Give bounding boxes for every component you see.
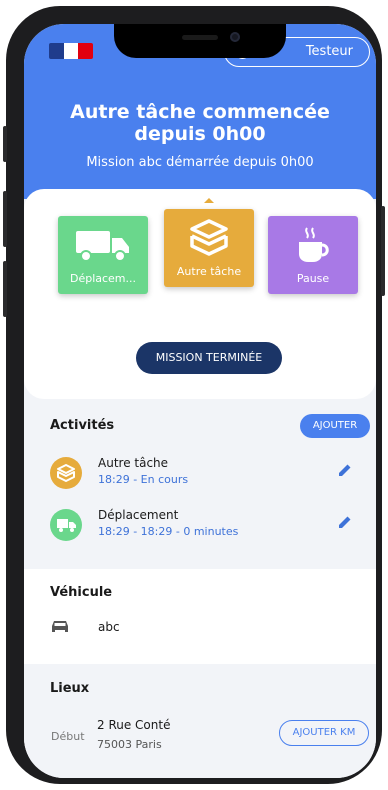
end-mission-button[interactable]: MISSION TERMINÉE [136,342,282,374]
activity-name: Déplacement [98,508,179,522]
box-icon [190,219,228,256]
activity-tile-label: Pause [296,272,330,285]
speaker [182,35,218,40]
republique-francaise-logo [49,43,93,59]
phone-volume-down [3,261,7,317]
activities-title: Activités [50,418,115,433]
front-camera [230,32,240,42]
edit-icon[interactable] [337,462,353,478]
edit-icon[interactable] [337,514,353,530]
coffee-icon [299,227,329,262]
mission-duration-subtitle: Mission abc démarrée depuis 0h00 [86,155,314,170]
address-street: 2 Rue Conté [97,718,171,732]
address-city: 75003 Paris [97,738,162,751]
phone-power-button [381,206,385,296]
current-activity-title: Autre tâche commencée depuis 0h00 [70,101,330,145]
activity-tile-deplacement[interactable]: Déplacem... [58,216,148,294]
phone-frame: Testeur Autre tâche commencée depuis 0h0… [3,6,385,784]
places-title: Lieux [50,681,90,696]
add-activity-button[interactable]: AJOUTER [300,414,370,438]
activity-tile-autre-tache[interactable]: Autre tâche [164,209,254,287]
phone-screen: Testeur Autre tâche commencée depuis 0h0… [24,24,376,778]
selected-indicator [204,198,214,203]
activity-name: Autre tâche [98,456,169,470]
activity-tile-pause[interactable]: Pause [268,216,358,294]
vehicle-title: Véhicule [50,585,113,600]
truck-icon [50,509,82,541]
activity-time: 18:29 - 18:29 - 0 minutes [98,525,239,538]
phone-side-button [3,126,7,162]
add-km-button[interactable]: AJOUTER KM [279,720,369,746]
phone-notch [114,24,286,58]
vehicle-name: abc [98,620,120,634]
user-button-label: Testeur [305,44,353,59]
start-label: Début [51,730,85,743]
car-icon [52,621,68,632]
activity-tile-label: Autre tâche [176,265,242,278]
activity-time: 18:29 - En cours [98,473,189,486]
box-icon [50,457,82,489]
activity-tile-label: Déplacem... [69,272,137,285]
truck-icon [76,231,129,262]
phone-volume-up [3,191,7,247]
vehicle-section: Véhicule abc [24,569,376,664]
